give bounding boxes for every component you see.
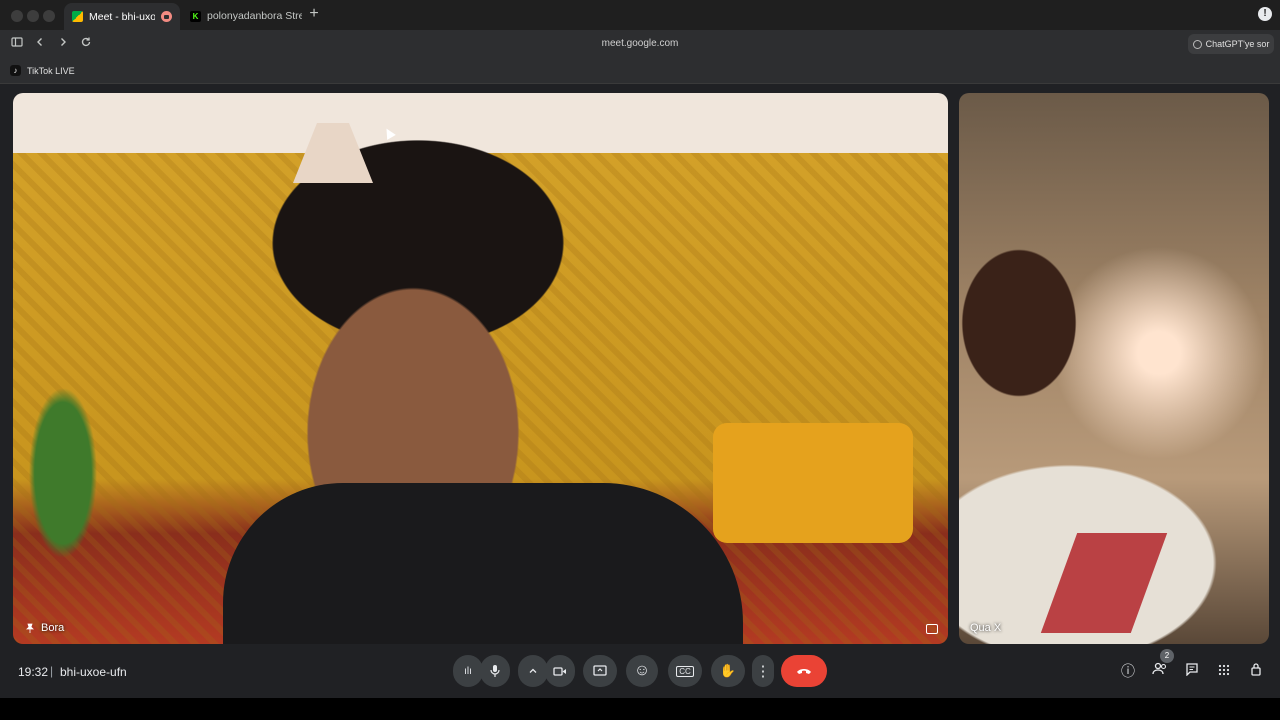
chat-icon[interactable] (1183, 662, 1201, 680)
bookmark-label: TikTok LIVE (27, 65, 75, 76)
people-count-badge: 2 (1160, 649, 1174, 663)
audio-level-button[interactable]: ılı (453, 655, 483, 687)
meet-icon (72, 11, 83, 22)
camera-options-button[interactable] (518, 655, 548, 687)
present-screen-button[interactable] (583, 655, 617, 687)
reload-icon[interactable] (78, 36, 94, 52)
participant-label: Bora (41, 622, 65, 634)
tab-title: polonyadanbora Stre (207, 10, 302, 22)
new-tab-button[interactable]: + (306, 6, 322, 22)
emoji-reaction-button[interactable]: ☺ (626, 655, 658, 687)
activities-grid-icon[interactable] (1215, 662, 1233, 680)
browser-toolbar: meet.google.com (0, 30, 1280, 58)
bookmark-tiktok-live[interactable]: ♪ TikTok LIVE (10, 65, 75, 76)
tiktok-icon: ♪ (10, 65, 21, 76)
minimize-window-button[interactable] (27, 10, 39, 22)
microphone-icon (490, 665, 500, 677)
close-window-button[interactable] (11, 10, 23, 22)
chatgpt-label: ChatGPT'ye sor (1205, 39, 1270, 49)
participant-tile-bora[interactable]: Bora (13, 93, 948, 644)
background-lamp (293, 123, 373, 183)
more-options-button[interactable]: ⋮ (752, 655, 774, 687)
meeting-code: bhi-uxoe-ufn (60, 665, 127, 679)
tile-options-icon[interactable] (926, 624, 938, 634)
forward-icon[interactable] (55, 36, 71, 52)
host-controls-lock-icon[interactable] (1247, 662, 1265, 680)
captions-button[interactable]: CC (668, 655, 702, 687)
people-icon[interactable] (1151, 662, 1169, 680)
participant-tile-qua-x[interactable]: Qua X (959, 93, 1269, 644)
meeting-info-icon[interactable]: ⓘ (1119, 662, 1137, 680)
shirt-graphic (1040, 533, 1168, 633)
tab-bar: Meet - bhi-uxoe- K polonyadanbora Stre +… (0, 0, 1280, 30)
raise-hand-button[interactable]: ✋ (711, 655, 745, 687)
maximize-window-button[interactable] (43, 10, 55, 22)
microphone-button[interactable] (480, 655, 510, 687)
recording-icon (161, 11, 172, 22)
tab-title: Meet - bhi-uxoe- (89, 10, 155, 23)
captions-icon: CC (676, 665, 694, 677)
tab-meet[interactable]: Meet - bhi-uxoe- (64, 3, 180, 30)
participant-name-bora: Bora (25, 622, 64, 634)
participant-name-qua-x: Qua X (970, 622, 1001, 634)
chatgpt-ask-button[interactable]: ChatGPT'ye sor (1188, 34, 1274, 54)
meeting-time: 19:32 (18, 665, 49, 679)
leave-call-button[interactable] (781, 655, 827, 687)
pin-icon (25, 623, 35, 633)
meet-stage: Bora Qua X (0, 84, 1280, 698)
participant-label: Qua X (970, 622, 1002, 634)
sidebar-toggle-icon[interactable] (9, 36, 25, 52)
bookmarks-bar: ♪ TikTok LIVE (0, 58, 1280, 84)
background-armchair (713, 423, 913, 543)
present-icon (593, 665, 607, 676)
chatgpt-icon (1192, 39, 1202, 49)
separator: | (50, 664, 54, 678)
address-bar[interactable]: meet.google.com (540, 36, 740, 52)
emoji-icon: ☺ (633, 662, 651, 679)
back-icon[interactable] (32, 36, 48, 52)
raise-hand-icon: ✋ (719, 663, 737, 678)
camera-button[interactable] (545, 655, 575, 687)
camera-icon (553, 666, 566, 676)
kick-icon: K (190, 10, 201, 22)
hangup-icon (797, 669, 811, 674)
audio-level-icon: ılı (464, 665, 472, 677)
more-vert-icon: ⋮ (755, 663, 771, 680)
chevron-up-icon (529, 668, 537, 673)
tab-kick-stream[interactable]: K polonyadanbora Stre (182, 3, 302, 29)
participant-body (223, 483, 743, 644)
profile-alert-icon[interactable]: ! (1258, 7, 1272, 21)
background-plant (23, 373, 103, 573)
